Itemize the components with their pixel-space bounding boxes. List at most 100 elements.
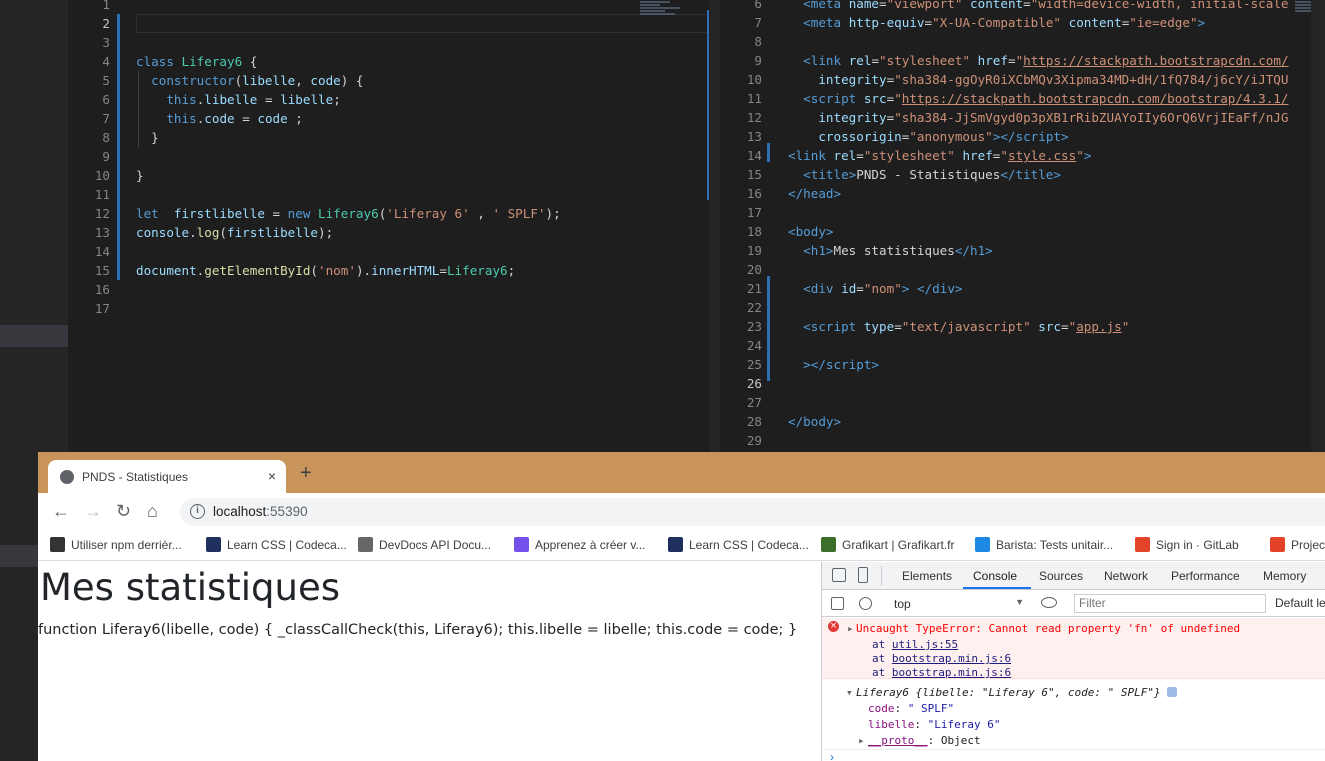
- sidebar-toggle-icon[interactable]: [831, 597, 844, 610]
- devtools-tab-network[interactable]: Network: [1104, 569, 1148, 583]
- code-text: }: [136, 168, 144, 183]
- js-editor[interactable]: 1 2 3 4 class Liferay6 {5 constructor(libell…: [68, 0, 710, 452]
- new-tab-button[interactable]: +: [300, 463, 312, 483]
- forward-icon[interactable]: →: [84, 501, 102, 521]
- code-line[interactable]: 2: [68, 14, 110, 33]
- code-line[interactable]: 19 <h1>Mes statistiques</h1>: [720, 241, 993, 260]
- devtools-tab-performance[interactable]: Performance: [1171, 569, 1240, 583]
- code-line[interactable]: 14: [68, 242, 110, 261]
- code-line[interactable]: 10 integrity="sha384-ggOyR0iXCbMQv3Xipma…: [720, 70, 1289, 89]
- close-icon[interactable]: ×: [268, 468, 276, 484]
- inspect-icon[interactable]: [832, 568, 846, 582]
- info-icon[interactable]: i: [190, 504, 205, 519]
- code-line[interactable]: 9: [68, 147, 110, 166]
- stack-frame[interactable]: at bootstrap.min.js:6: [872, 666, 1011, 679]
- device-toolbar-icon[interactable]: [858, 567, 868, 583]
- line-number: 13: [746, 129, 762, 144]
- stack-frame[interactable]: at bootstrap.min.js:6: [872, 652, 1011, 665]
- url-text[interactable]: localhost:55390: [213, 504, 308, 519]
- code-line[interactable]: 15 document.getElementById('nom').innerHT…: [68, 261, 515, 280]
- code-line[interactable]: 5 constructor(libelle, code) {: [68, 71, 363, 90]
- devtools-tab-sources[interactable]: Sources: [1039, 569, 1083, 583]
- code-line[interactable]: 6 <meta name="viewport" content="width=d…: [720, 0, 1288, 13]
- code-line[interactable]: 17: [720, 203, 762, 222]
- code-line[interactable]: 9 <link rel="stylesheet" href="https://s…: [720, 51, 1288, 70]
- code-line[interactable]: 4 class Liferay6 {: [68, 52, 257, 71]
- code-line[interactable]: 21 <div id="nom"> </div>: [720, 279, 963, 298]
- code-line[interactable]: 8: [720, 32, 762, 51]
- home-icon[interactable]: ⌂: [147, 501, 158, 521]
- code-line[interactable]: 23 <script type="text/javascript" src="a…: [720, 317, 1129, 336]
- devtools-tab-console[interactable]: Console: [973, 569, 1017, 583]
- code-line[interactable]: 7 this.code = code ;: [68, 109, 302, 128]
- console-log-object[interactable]: ▾ Liferay6 {libelle: "Liferay 6", code: …: [822, 680, 1325, 750]
- expand-arrow-icon[interactable]: ▸: [847, 622, 854, 635]
- minimap[interactable]: [640, 0, 695, 40]
- code-line[interactable]: 16 </head>: [720, 184, 841, 203]
- console-prompt[interactable]: ›: [830, 750, 834, 761]
- code-line[interactable]: 24: [720, 336, 762, 355]
- code-line[interactable]: 14 <link rel="stylesheet" href="style.css…: [720, 146, 1092, 165]
- devtools-tab-elements[interactable]: Elements: [902, 569, 952, 583]
- html-editor[interactable]: 6 <meta name="viewport" content="width=d…: [720, 0, 1325, 452]
- code-line[interactable]: 8 }: [68, 128, 158, 147]
- bookmark-item[interactable]: Grafikart | Grafikart.fr: [821, 537, 954, 552]
- code-line[interactable]: 7 <meta http-equiv="X-UA-Compatible" con…: [720, 13, 1205, 32]
- bookmark-item[interactable]: Utiliser npm derrièr...: [50, 537, 182, 552]
- bookmark-label: Grafikart | Grafikart.fr: [842, 538, 955, 552]
- address-bar[interactable]: i localhost:55390: [180, 498, 1325, 526]
- code-text: class Liferay6 {: [136, 54, 258, 69]
- code-text: </head>: [788, 186, 842, 201]
- code-line[interactable]: 1: [68, 0, 110, 14]
- code-line[interactable]: 13 crossorigin="anonymous"></script>: [720, 127, 1069, 146]
- expand-arrow-icon[interactable]: ▸: [858, 734, 865, 747]
- log-levels-dropdown[interactable]: Default le: [1275, 596, 1325, 610]
- line-number: 27: [746, 395, 762, 410]
- code-line[interactable]: 3: [68, 33, 110, 52]
- bookmark-item[interactable]: Projects · I: [1270, 537, 1325, 552]
- clear-console-icon[interactable]: [859, 597, 872, 610]
- code-line[interactable]: 16: [68, 280, 110, 299]
- bookmark-item[interactable]: Apprenez à créer v...: [514, 537, 646, 552]
- live-expression-icon[interactable]: [1041, 597, 1057, 608]
- code-line[interactable]: 11 <script src="https://stackpath.bootst…: [720, 89, 1289, 108]
- code-line[interactable]: 29: [720, 431, 762, 450]
- code-line[interactable]: 20: [720, 260, 762, 279]
- code-line[interactable]: 11: [68, 185, 110, 204]
- prop-proto[interactable]: __proto__: Object: [868, 734, 981, 747]
- bookmark-item[interactable]: Barista: Tests unitair...: [975, 537, 1113, 552]
- favicon-icon: [514, 537, 529, 552]
- code-line[interactable]: 18 <body>: [720, 222, 834, 241]
- line-number: 5: [102, 73, 110, 88]
- code-line[interactable]: 22: [720, 298, 762, 317]
- reload-icon[interactable]: ↻: [116, 501, 131, 521]
- code-text: <body>: [788, 224, 834, 239]
- code-line[interactable]: 25 ></script>: [720, 355, 879, 374]
- bookmark-item[interactable]: Learn CSS | Codeca...: [668, 537, 809, 552]
- code-line[interactable]: 12 let firstlibelle = new Liferay6('Lifer…: [68, 204, 561, 223]
- context-selector[interactable]: top ▼: [888, 595, 1024, 613]
- stack-frame[interactable]: at util.js:55: [872, 638, 958, 651]
- bookmark-item[interactable]: Learn CSS | Codeca...: [206, 537, 347, 552]
- code-line[interactable]: 17: [68, 299, 110, 318]
- filter-input[interactable]: Filter: [1074, 594, 1266, 613]
- code-line[interactable]: 12 integrity="sha384-JjSmVgyd0p3pXB1rRib…: [720, 108, 1289, 127]
- devtools-tab-memory[interactable]: Memory: [1263, 569, 1306, 583]
- code-line[interactable]: 15 <title>PNDS - Statistiques</title>: [720, 165, 1061, 184]
- code-line[interactable]: 6 this.libelle = libelle;: [68, 90, 340, 109]
- code-line[interactable]: 28 </body>: [720, 412, 841, 431]
- bookmark-item[interactable]: Sign in · GitLab: [1135, 537, 1239, 552]
- code-line[interactable]: 10}: [68, 166, 144, 185]
- modified-gutter-bar: [767, 143, 770, 162]
- sidebar-selected-row[interactable]: [0, 325, 68, 347]
- collapse-arrow-icon[interactable]: ▾: [846, 686, 853, 699]
- back-icon[interactable]: ←: [52, 501, 70, 521]
- sidebar-selected-row[interactable]: [0, 545, 40, 567]
- code-line[interactable]: 27: [720, 393, 762, 412]
- code-line[interactable]: 13 console.log(firstlibelle);: [68, 223, 333, 242]
- editor-scrollbar[interactable]: [1311, 0, 1325, 452]
- browser-tab[interactable]: PNDS - Statistiques ×: [48, 460, 286, 493]
- editor-splitter[interactable]: [707, 0, 720, 452]
- code-line[interactable]: 26: [720, 374, 762, 393]
- bookmark-item[interactable]: DevDocs API Docu...: [358, 537, 491, 552]
